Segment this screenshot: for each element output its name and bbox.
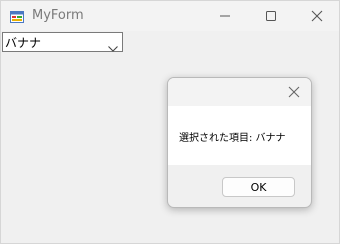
close-icon	[288, 86, 300, 98]
ok-button[interactable]: OK	[222, 177, 295, 197]
maximize-button[interactable]	[248, 1, 294, 31]
dialog-message: 選択された項目: バナナ	[179, 133, 286, 144]
maximize-icon	[265, 10, 277, 22]
window-title: MyForm	[32, 8, 84, 23]
dialog-title-bar[interactable]	[168, 78, 311, 106]
combobox-selected-value: バナナ	[5, 36, 42, 50]
title-bar[interactable]: MyForm	[1, 1, 339, 31]
app-form-icon	[10, 9, 24, 23]
message-box-dialog: 選択された項目: バナナ OK	[167, 77, 312, 208]
fruit-combobox[interactable]: バナナ	[2, 32, 123, 52]
chevron-down-icon[interactable]	[107, 38, 119, 52]
minimize-button[interactable]	[202, 1, 248, 31]
dialog-close-button[interactable]	[286, 84, 302, 100]
close-button[interactable]	[294, 1, 340, 31]
dialog-body: 選択された項目: バナナ	[168, 106, 311, 165]
minimize-icon	[219, 10, 231, 22]
close-icon	[311, 10, 323, 22]
